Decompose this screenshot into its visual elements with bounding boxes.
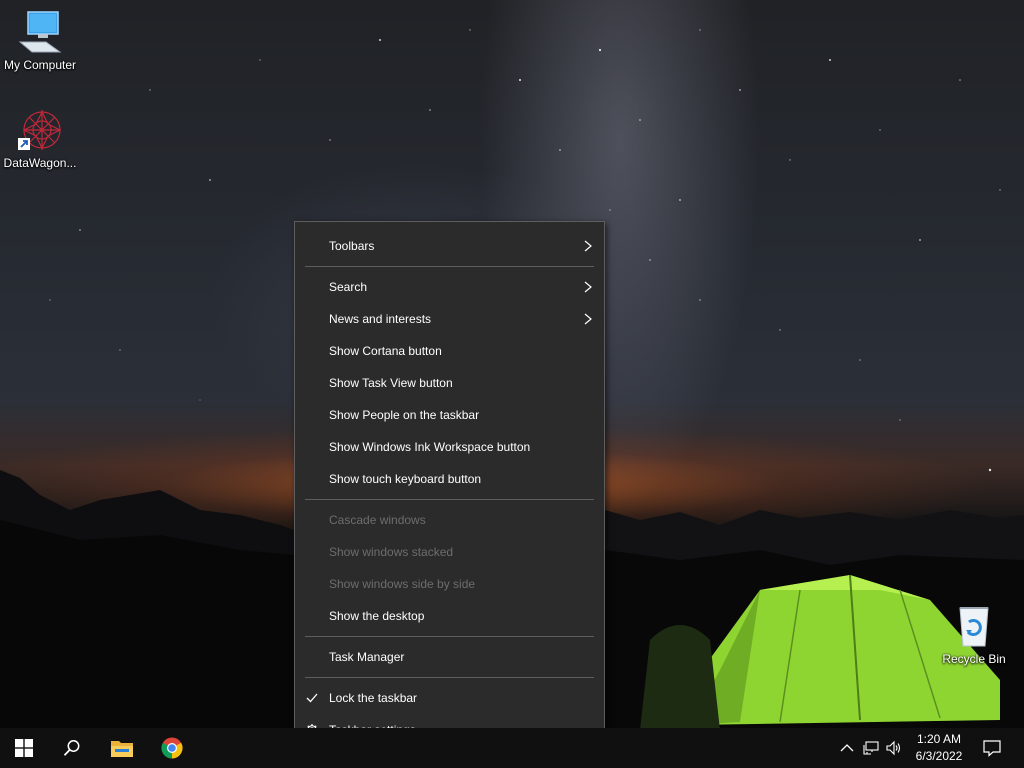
menu-item-show-windows-ink[interactable]: Show Windows Ink Workspace button [295, 431, 604, 463]
datawagon-app-icon [16, 106, 64, 154]
menu-item-label: Cascade windows [329, 513, 426, 527]
menu-separator [305, 266, 594, 267]
network-icon[interactable] [863, 740, 879, 756]
taskbar-clock[interactable]: 1:20 AM 6/3/2022 [906, 731, 972, 765]
desktop-icon-label: Recycle Bin [942, 652, 1006, 666]
menu-item-label: Show the desktop [329, 609, 425, 623]
menu-item-label: Toolbars [329, 239, 375, 253]
taskbar[interactable]: 1:20 AM 6/3/2022 [0, 728, 1024, 768]
menu-item-label: Show windows stacked [329, 545, 454, 559]
search-button[interactable] [48, 728, 96, 768]
menu-item-show-cortana-button[interactable]: Show Cortana button [295, 335, 604, 367]
chevron-up-icon[interactable] [839, 740, 855, 756]
desktop-icon-label: DataWagon... [3, 156, 77, 170]
desktop-icon-datawagon[interactable]: DataWagon... [0, 106, 80, 170]
menu-item-show-windows-side-by-side: Show windows side by side [295, 568, 604, 600]
menu-item-news-and-interests[interactable]: News and interests [295, 303, 604, 335]
clock-time: 1:20 AM [916, 732, 962, 746]
chevron-right-icon [584, 281, 592, 293]
folder-icon [111, 741, 133, 757]
chevron-right-icon [584, 313, 592, 325]
menu-item-label: Show touch keyboard button [329, 472, 482, 486]
menu-separator [305, 499, 594, 500]
chevron-right-icon [584, 240, 592, 252]
menu-item-label: Task Manager [329, 650, 405, 664]
file-explorer-button[interactable] [98, 728, 146, 768]
desktop-icon-my-computer[interactable]: My Computer [0, 8, 80, 72]
notification-icon[interactable] [983, 739, 1001, 757]
taskbar-context-menu: Toolbars Search News and interests Show … [294, 221, 605, 753]
menu-item-label: Show Task View button [329, 376, 453, 390]
menu-item-toolbars[interactable]: Toolbars [295, 230, 604, 262]
menu-item-label: Show Windows Ink Workspace button [329, 440, 531, 454]
menu-separator [305, 636, 594, 637]
menu-item-label: Show windows side by side [329, 577, 476, 591]
desktop-icon-recycle-bin[interactable]: Recycle Bin [934, 602, 1014, 666]
windows-logo-icon [15, 739, 33, 757]
menu-item-label: Show People on the taskbar [329, 408, 480, 422]
desktop-icon-label: My Computer [3, 58, 77, 72]
menu-item-cascade-windows: Cascade windows [295, 504, 604, 536]
menu-item-task-manager[interactable]: Task Manager [295, 641, 604, 673]
menu-separator [305, 677, 594, 678]
menu-item-label: News and interests [329, 312, 432, 326]
menu-item-show-touch-keyboard[interactable]: Show touch keyboard button [295, 463, 604, 495]
search-icon [63, 740, 80, 756]
menu-item-label: Lock the taskbar [329, 691, 418, 705]
menu-item-search[interactable]: Search [295, 271, 604, 303]
chrome-button[interactable] [148, 728, 196, 768]
menu-item-show-task-view-button[interactable]: Show Task View button [295, 367, 604, 399]
volume-icon[interactable] [886, 740, 902, 756]
menu-item-label: Show Cortana button [329, 344, 442, 358]
recycle-bin-icon [950, 602, 998, 650]
menu-item-lock-the-taskbar[interactable]: Lock the taskbar [295, 682, 604, 714]
clock-date: 6/3/2022 [915, 749, 963, 763]
chrome-icon [161, 737, 183, 759]
menu-item-show-the-desktop[interactable]: Show the desktop [295, 600, 604, 632]
menu-item-label: Search [329, 280, 368, 294]
computer-icon [16, 8, 64, 56]
menu-item-show-people[interactable]: Show People on the taskbar [295, 399, 604, 431]
start-button[interactable] [0, 728, 48, 768]
menu-item-show-windows-stacked: Show windows stacked [295, 536, 604, 568]
checkmark-icon [306, 693, 318, 703]
